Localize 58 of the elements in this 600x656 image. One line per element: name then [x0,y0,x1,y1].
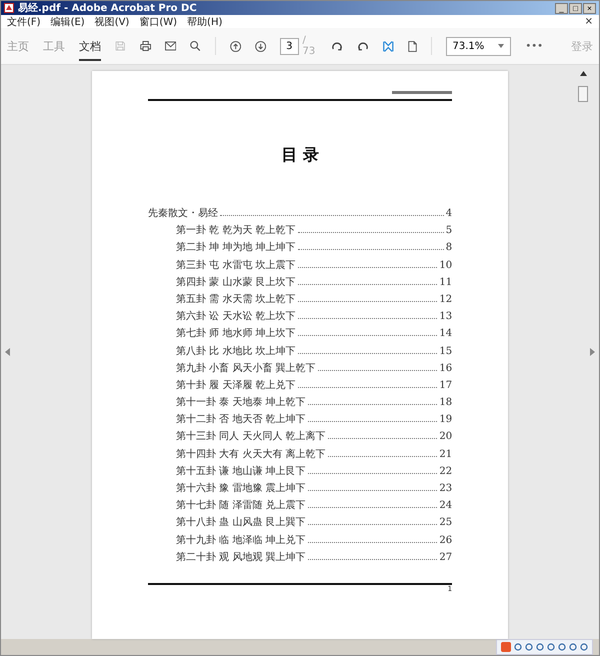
toc-entry[interactable]: 第二卦 坤 坤为地 坤上坤下 [176,240,296,254]
toc-entry[interactable]: 第十四卦 大有 火天大有 离上乾下 [176,446,326,461]
toc-entry[interactable]: 第十三卦 同人 天火同人 乾上离下 [176,429,326,444]
toc-page-number: 10 [439,260,452,271]
toc-entry[interactable]: 第十六卦 豫 雷地豫 震上坤下 [176,481,306,495]
toc-page-number: 20 [439,431,452,442]
menu-item[interactable]: 文件(F) [7,14,41,28]
toolbar-tab[interactable]: 文档 [79,31,101,61]
window-control-button[interactable]: _ [555,2,568,14]
page-total: / 73 [302,35,316,57]
toc-entry[interactable]: 第一卦 乾 乾为天 乾上乾下 [176,223,296,238]
window-control-button[interactable]: × [583,2,596,14]
page-number-field[interactable]: 3 [280,38,298,54]
toc-page-number: 13 [439,311,452,322]
toc-page-number: 21 [439,448,452,460]
toc-entry[interactable]: 先秦散文・易经 [148,206,218,220]
toc-entry[interactable]: 第十七卦 随 泽雷随 兑上震下 [176,498,306,512]
toc-page-number: 19 [439,414,452,426]
more-tools-button[interactable]: ••• [525,40,544,52]
toc-entry[interactable]: 第四卦 蒙 山水蒙 艮上坎下 [176,274,296,289]
toc-page-number: 8 [446,242,452,254]
toc-entry[interactable]: 第十卦 履 天泽履 乾上兑下 [176,378,296,392]
toc-page-number: 17 [439,380,452,391]
toc-page-number: 4 [446,208,452,219]
toc-entry[interactable]: 第十二卦 否 地天否 乾上坤下 [176,412,306,426]
page-heading: 目 录 [280,145,320,166]
toc-entry[interactable]: 第三卦 屯 水雷屯 坎上震下 [176,258,296,272]
toc-entry[interactable]: 第十一卦 泰 天地泰 坤上乾下 [176,395,306,410]
toc-entry[interactable]: 第十八卦 蛊 山风蛊 艮上巽下 [176,515,306,530]
toc-page-number: 25 [439,517,452,528]
toc-page-number: 15 [439,346,452,356]
zoom-dropdown[interactable]: 73.1% [446,36,512,56]
menu-item[interactable]: 窗口(W) [139,14,178,28]
toc-page-number: 12 [439,294,452,305]
toc-page-number: 27 [439,552,452,563]
menu-item[interactable]: 编辑(E) [50,14,85,28]
close-document-button[interactable]: × [584,16,593,27]
toc-entry[interactable]: 第五卦 需 水天需 坎上乾下 [176,292,296,306]
toc-entry[interactable]: 第二十卦 观 风地观 巽上坤下 [176,550,306,564]
toc-page-number: 23 [439,483,452,494]
toc-entry[interactable]: 第七卦 师 地水师 坤上坎下 [176,326,296,340]
toc-entry[interactable]: 第六卦 讼 天水讼 乾上坎下 [176,309,296,324]
toc-page-number: 16 [439,362,452,374]
window-title: 易经.pdf - Adobe Acrobat Pro DC [18,2,197,15]
toc-page-number: 24 [439,500,452,512]
toc-entry[interactable]: 第九卦 小畜 风天小畜 巽上乾下 [176,360,316,375]
window-control-button[interactable]: □ [569,2,582,14]
toc-page-number: 11 [439,276,452,288]
toc-page-number: 22 [439,466,452,477]
menu-item[interactable]: 视图(V) [94,14,130,28]
toc-page-number: 5 [446,225,452,236]
toc-page-number: 26 [439,534,452,546]
toc-page-number: 18 [439,397,452,408]
toc-entry[interactable]: 第十九卦 临 地泽临 坤上兑下 [176,532,306,547]
toc-entry[interactable]: 第十五卦 谦 地山谦 坤上艮下 [176,464,306,478]
menu-item[interactable]: 帮助(H) [187,14,222,28]
toc-page-number: 14 [439,328,452,340]
toc-entry[interactable]: 第八卦 比 水地比 坎上坤下 [176,344,296,358]
